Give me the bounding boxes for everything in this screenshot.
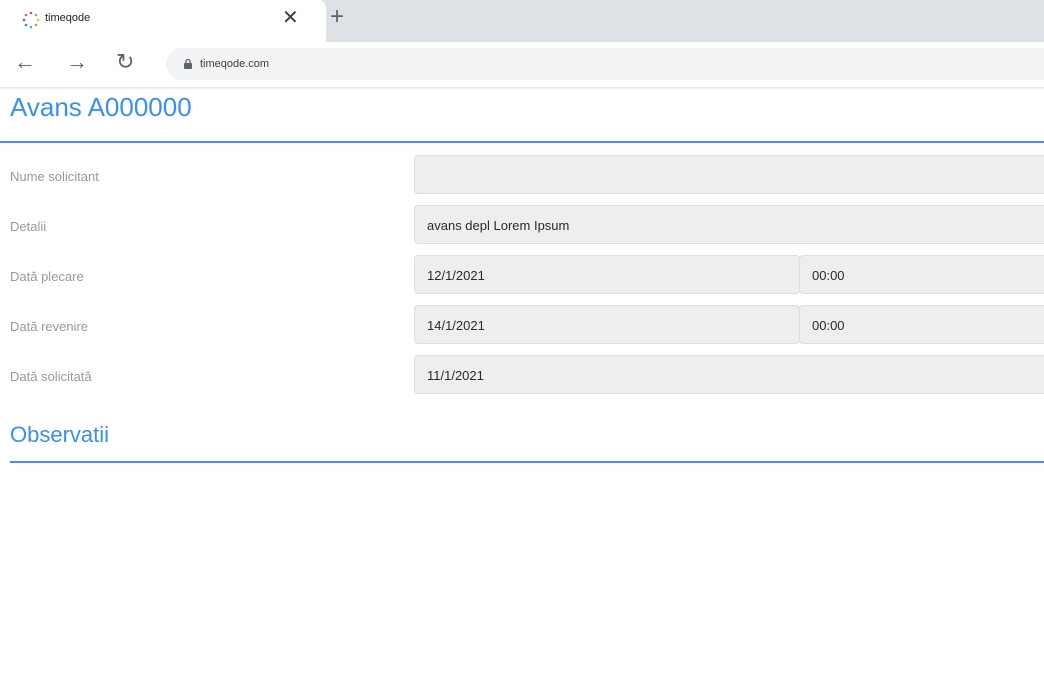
data-revenire-field[interactable]: 14/1/2021 xyxy=(414,305,800,344)
detalii-field[interactable]: avans depl Lorem Ipsum xyxy=(414,205,1044,244)
close-icon[interactable]: ✕ xyxy=(282,8,299,28)
page-title: Avans A000000 xyxy=(10,92,192,122)
url-text: timeqode.com xyxy=(200,58,270,70)
section-divider xyxy=(10,461,1044,463)
address-bar[interactable]: timeqode.com xyxy=(166,48,1044,80)
forward-arrow-icon[interactable]: → xyxy=(66,50,88,74)
ora-revenire-field[interactable]: 00:00 xyxy=(799,305,1044,344)
lock-icon xyxy=(184,58,192,69)
data-solicitata-field[interactable]: 11/1/2021 xyxy=(414,355,1044,394)
label-data-solicitata: Dată solicitată xyxy=(10,369,92,384)
data-plecare-field[interactable]: 12/1/2021 xyxy=(414,255,800,294)
ora-plecare-field[interactable]: 00:00 xyxy=(799,255,1044,294)
toolbar-divider xyxy=(0,87,1044,90)
nume-solicitant-field[interactable] xyxy=(414,155,1044,194)
label-data-revenire: Dată revenire xyxy=(10,319,89,334)
timeqode-logo-icon xyxy=(22,11,40,29)
tab-strip: timeqode ✕ + xyxy=(0,0,1044,42)
detalii-value: avans depl Lorem Ipsum xyxy=(427,218,570,233)
section-title-observatii: Observatii xyxy=(10,422,110,447)
label-detalii: Detalii xyxy=(10,219,47,234)
data-revenire-value: 14/1/2021 xyxy=(427,318,485,333)
label-data-plecare: Dată plecare xyxy=(10,269,84,284)
data-solicitata-value: 11/1/2021 xyxy=(427,368,484,383)
title-divider xyxy=(0,141,1044,143)
label-nume-solicitant: Nume solicitant xyxy=(10,169,99,184)
browser-toolbar: ← → ↻ timeqode.com xyxy=(0,42,1044,87)
reload-icon[interactable]: ↻ xyxy=(116,50,134,74)
data-plecare-value: 12/1/2021 xyxy=(427,268,485,283)
plus-icon[interactable]: + xyxy=(330,5,344,29)
ora-revenire-value: 00:00 xyxy=(812,318,845,333)
back-arrow-icon[interactable]: ← xyxy=(14,50,36,74)
tab-title: timeqode xyxy=(45,12,91,24)
browser-tab[interactable]: timeqode ✕ xyxy=(0,0,326,42)
ora-plecare-value: 00:00 xyxy=(812,268,845,283)
